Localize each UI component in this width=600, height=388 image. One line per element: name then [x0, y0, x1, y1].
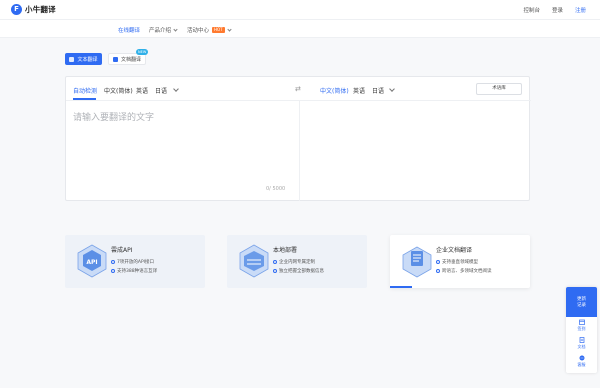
- chevron-down-icon: [227, 26, 232, 32]
- card-title: 本地部署: [273, 247, 298, 254]
- document-cube-icon: [402, 246, 432, 278]
- glossary-button[interactable]: 术语库: [476, 83, 522, 95]
- document-icon: [69, 56, 75, 62]
- logo-icon: F: [11, 4, 22, 15]
- file-icon: [112, 56, 118, 62]
- docs-button[interactable]: 文档: [566, 335, 597, 353]
- check-icon: [273, 260, 277, 264]
- feature-item: 独立把握全部数据信息: [273, 268, 324, 274]
- calendar-icon: [578, 319, 585, 325]
- target-lang-dropdown-icon[interactable]: [389, 86, 395, 92]
- lang-source-en[interactable]: 英语: [136, 86, 148, 95]
- feature-item: 跨语言、多领域文档阅读: [436, 268, 492, 274]
- check-icon: [436, 269, 440, 273]
- lang-auto-detect[interactable]: 自动检测: [73, 86, 97, 95]
- feature-item: 企业内网专属定制: [273, 259, 315, 265]
- server-cube-icon: [239, 244, 269, 278]
- mode-label: 文本翻译: [77, 56, 98, 63]
- api-cube-icon: API: [77, 244, 107, 278]
- feature-text: 独立把握全部数据信息: [279, 269, 324, 274]
- language-bar: 自动检测 中文(简体) 英语 日语 ⇄ 中文(简体) 英语 日语 术语库: [66, 77, 531, 101]
- app-name: 小牛翻译: [25, 5, 56, 14]
- panel-divider: [299, 101, 300, 201]
- update-log-label: 更新 记录: [577, 297, 586, 308]
- nav-label: 活动中心: [187, 28, 210, 34]
- lang-source-zh[interactable]: 中文(简体): [104, 86, 133, 95]
- nav-label: 产品介绍: [149, 28, 172, 34]
- check-icon: [436, 260, 440, 264]
- text-translate-button[interactable]: 文本翻译: [65, 53, 102, 65]
- lang-source-ja[interactable]: 日语: [155, 86, 167, 95]
- feature-item: 7项开放的API接口: [111, 259, 154, 265]
- lang-target-ja[interactable]: 日语: [372, 86, 384, 95]
- char-counter: 0/ 5000: [266, 186, 286, 192]
- checkin-button[interactable]: 签到: [566, 317, 597, 335]
- card-api[interactable]: API 雲成API 7项开放的API接口 支持388种语言互译: [65, 235, 205, 288]
- console-link[interactable]: 控制台: [523, 6, 540, 14]
- top-bar: F 小牛翻译 控制台 登录 注册: [0, 0, 600, 20]
- nav-online-translate[interactable]: 在线翻译: [118, 26, 140, 34]
- lang-target-zh[interactable]: 中文(简体): [320, 86, 349, 95]
- card-progress-fill: [390, 286, 413, 288]
- feature-text: 支持垂直领域模型: [442, 260, 478, 265]
- floating-sidebar: 更新 记录 签到 文档 客服: [566, 287, 597, 373]
- swap-icon[interactable]: ⇄: [295, 85, 301, 93]
- sidebar-label: 客服: [577, 362, 586, 367]
- feature-item: 支持388种语言互译: [111, 268, 157, 274]
- nav-products[interactable]: 产品介绍: [149, 26, 178, 34]
- top-links: 控制台 登录 注册: [523, 6, 586, 14]
- active-tab-underline: [73, 98, 96, 100]
- register-link[interactable]: 注册: [575, 6, 586, 14]
- lang-target-en[interactable]: 英语: [353, 86, 365, 95]
- translator-panel: 自动检测 中文(简体) 英语 日语 ⇄ 中文(简体) 英语 日语 术语库 0/ …: [65, 76, 531, 201]
- sidebar-label: 签到: [577, 326, 586, 331]
- feature-text: 企业内网专属定制: [279, 260, 315, 265]
- feature-item: 支持垂直领域模型: [436, 259, 478, 265]
- check-icon: [111, 269, 115, 273]
- card-title: 雲成API: [111, 247, 133, 254]
- hot-badge: HOT: [212, 27, 225, 33]
- main-nav: 在线翻译 产品介绍 活动中心 HOT: [0, 20, 600, 38]
- feature-text: 7项开放的API接口: [117, 260, 154, 265]
- sidebar-label: 文档: [577, 344, 586, 349]
- update-log-button[interactable]: 更新 记录: [566, 287, 597, 317]
- logo[interactable]: F 小牛翻译: [11, 4, 56, 15]
- check-icon: [273, 269, 277, 273]
- support-button[interactable]: 客服: [566, 353, 597, 371]
- new-badge: NEW: [136, 49, 149, 55]
- chevron-down-icon: [173, 26, 178, 32]
- login-link[interactable]: 登录: [552, 6, 563, 14]
- check-icon: [111, 260, 115, 264]
- nav-events[interactable]: 活动中心 HOT: [187, 26, 232, 34]
- card-local-deploy[interactable]: 本地部署 企业内网专属定制 独立把握全部数据信息: [227, 235, 367, 288]
- chat-icon: [579, 355, 584, 361]
- svg-text:API: API: [86, 259, 97, 266]
- source-text-input[interactable]: [73, 110, 288, 180]
- feature-text: 跨语言、多领域文档阅读: [442, 269, 492, 274]
- feature-text: 支持388种语言互译: [117, 269, 158, 274]
- card-title: 企业文档翻译: [436, 247, 473, 254]
- card-enterprise-doc[interactable]: 企业文档翻译 支持垂直领域模型 跨语言、多领域文档阅读: [390, 235, 530, 288]
- source-lang-dropdown-icon[interactable]: [173, 86, 179, 92]
- document-icon: [579, 337, 584, 343]
- mode-label: 文档翻译: [120, 56, 141, 63]
- nav-label: 在线翻译: [118, 28, 141, 34]
- card-progress-bar: [390, 286, 530, 288]
